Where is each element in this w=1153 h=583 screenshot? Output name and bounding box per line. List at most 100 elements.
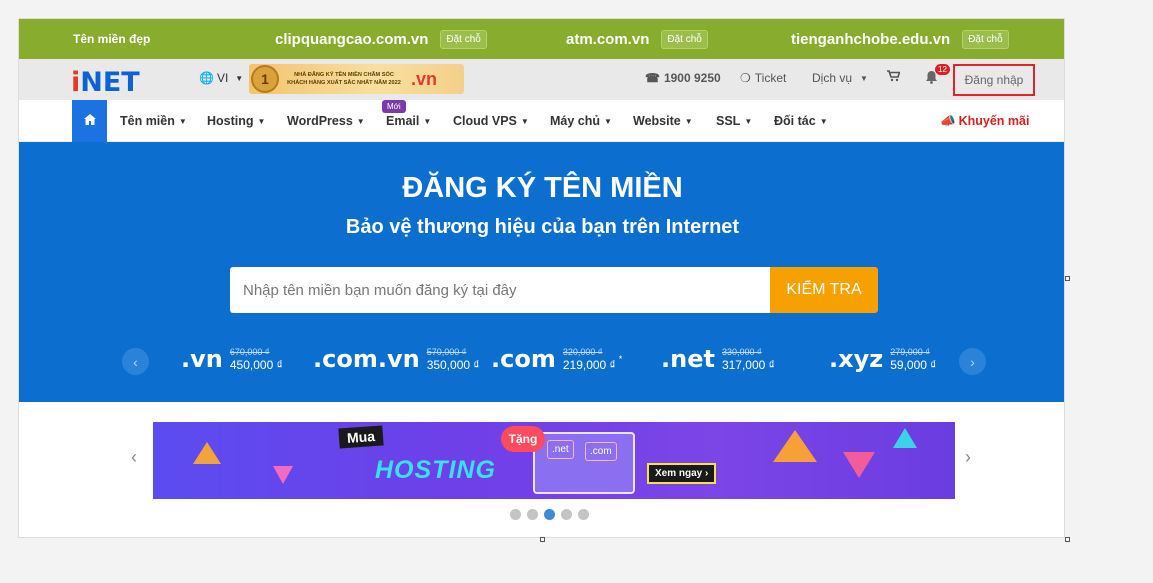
globe-icon: 🌐 [199, 71, 214, 85]
chevron-right-icon: › [965, 447, 971, 467]
nav-domains[interactable]: Tên miền ▼ [120, 100, 187, 142]
megaphone-icon: 📣 [940, 113, 956, 128]
tld-next-button[interactable]: › [959, 348, 986, 375]
chevron-down-icon: ▼ [819, 116, 828, 126]
chevron-down-icon: ▼ [604, 116, 612, 126]
banner-net-tag: .net [547, 440, 574, 459]
banner-mua-label: Mua [338, 425, 384, 449]
phone-icon: ☎ [645, 71, 660, 85]
ticket-label: Ticket [754, 71, 787, 85]
tld-new-price: 450,000 ₫ [229, 358, 283, 372]
decor-triangle [843, 452, 875, 478]
tld-name: .net [661, 345, 715, 373]
tld-note-mark: * [618, 354, 623, 364]
domain-search-input[interactable]: Nhập tên miền bạn muốn đăng ký tại đây [230, 267, 770, 313]
chevron-down-icon: ▼ [257, 116, 266, 126]
hotline-number: 1900 9250 [663, 71, 721, 85]
promo-domain-bar: Tên miền đẹp clipquangcao.com.vn Đặt chỗ… [19, 19, 1064, 59]
domain-hero: ĐĂNG KÝ TÊN MIỀN Bảo vệ thương hiệu của … [19, 142, 1064, 402]
inet-logo[interactable]: iNET [71, 67, 140, 98]
nav-partners[interactable]: Đối tác ▼ [774, 100, 828, 142]
nav-servers[interactable]: Máy chủ ▼ [550, 100, 612, 142]
cart-icon [887, 70, 901, 85]
slider-dots [510, 509, 589, 520]
services-dropdown[interactable]: Dịch vụ ▼ [812, 71, 868, 85]
tld-name: .com.vn [313, 345, 420, 373]
chevron-down-icon: ▼ [520, 116, 529, 126]
nav-ssl[interactable]: SSL ▼ [716, 100, 752, 142]
chevron-down-icon: ▼ [744, 116, 753, 126]
promo-domain-2: atm.com.vn Đặt chỗ [566, 19, 708, 59]
tld-new-price: 317,000 ₫ [721, 358, 775, 372]
tld-price-net[interactable]: .net 330,000 ₫ 317,000 ₫ [661, 345, 775, 373]
main-nav: Tên miền ▼ Hosting ▼ WordPress ▼ Mới Email ▼… [19, 100, 1064, 142]
login-button[interactable]: Đăng nhập [953, 64, 1035, 96]
notifications-button[interactable]: 12 [925, 64, 950, 87]
banner-prev-button[interactable]: ‹ [131, 447, 137, 468]
award-medal-icon: 1 [251, 65, 279, 93]
slider-dot[interactable] [510, 509, 521, 520]
chevron-left-icon: ‹ [131, 447, 137, 467]
promo-domain-3: tienganhchobe.edu.vn Đặt chỗ [791, 19, 1009, 59]
banner-hosting-title: HOSTING [375, 456, 496, 484]
tld-new-price: 219,000 ₫ [562, 358, 616, 372]
reserve-button[interactable]: Đặt chỗ [962, 29, 1009, 49]
nav-hosting[interactable]: Hosting ▼ [207, 100, 265, 142]
reserve-button[interactable]: Đặt chỗ [661, 29, 708, 49]
nav-cloud-vps[interactable]: Cloud VPS ▼ [453, 100, 529, 142]
nav-promotions[interactable]: 📣 Khuyến mãi [940, 100, 1029, 142]
award-banner[interactable]: 1 NHÀ ĐĂNG KÝ TÊN MIỀN CHĂM SÓC KHÁCH HÀ… [249, 64, 464, 94]
chevron-down-icon: ▼ [684, 116, 693, 126]
hotline[interactable]: ☎ 1900 9250 [645, 71, 721, 85]
award-text: NHÀ ĐĂNG KÝ TÊN MIỀN CHĂM SÓC KHÁCH HÀNG… [287, 72, 401, 86]
chevron-right-icon: › [970, 353, 975, 370]
slider-dot[interactable] [561, 509, 572, 520]
chevron-down-icon: ▼ [178, 116, 187, 126]
decor-triangle [273, 466, 293, 484]
tld-new-price: 59,000 ₫ [890, 358, 937, 372]
tld-price-vn[interactable]: .vn 670,000 ₫ 450,000 ₫ [181, 345, 283, 373]
nav-website[interactable]: Website ▼ [633, 100, 693, 142]
tld-prev-button[interactable]: ‹ [122, 348, 149, 375]
tld-name: .com [491, 345, 556, 373]
resize-handle[interactable] [1065, 276, 1070, 281]
lifebuoy-icon: ❍ [740, 71, 751, 85]
promo-domain-name[interactable]: tienganhchobe.edu.vn [791, 31, 950, 48]
tld-new-price: 350,000 ₫ [426, 358, 480, 372]
banner-view-now-button[interactable]: Xem ngay › [647, 463, 717, 484]
check-domain-button[interactable]: KIỂM TRA [770, 267, 878, 313]
chevron-down-icon: ▼ [235, 73, 244, 83]
decor-triangle [893, 428, 917, 448]
hosting-promo-banner[interactable]: Mua HOSTING Tặng .net .com Xem ngay › [153, 422, 955, 499]
decor-triangle [773, 430, 817, 462]
notification-count-badge: 12 [935, 64, 950, 75]
resize-handle[interactable] [1065, 537, 1070, 542]
tld-price-xyz[interactable]: .xyz 279,000 ₫ 59,000 ₫ [829, 345, 936, 373]
cart-button[interactable] [887, 70, 901, 85]
services-label: Dịch vụ [812, 71, 853, 85]
slider-dot[interactable] [578, 509, 589, 520]
banner-next-button[interactable]: › [965, 447, 971, 468]
banner-com-tag: .com [585, 442, 617, 461]
slider-dot-active[interactable] [544, 509, 555, 520]
nav-wordpress[interactable]: WordPress ▼ [287, 100, 365, 142]
vn-brand: .vn [411, 68, 438, 89]
promo-domain-name[interactable]: clipquangcao.com.vn [275, 31, 428, 48]
hero-title: ĐĂNG KÝ TÊN MIỀN [402, 172, 683, 204]
slider-dot[interactable] [527, 509, 538, 520]
chevron-left-icon: ‹ [133, 353, 138, 370]
language-selector[interactable]: 🌐 VI ▼ [199, 71, 243, 85]
chevron-down-icon: ▼ [423, 116, 432, 126]
nav-email[interactable]: Email ▼ [386, 100, 431, 142]
home-icon [83, 112, 96, 130]
browser-page: Tên miền đẹp clipquangcao.com.vn Đặt chỗ… [18, 18, 1065, 538]
reserve-button[interactable]: Đặt chỗ [440, 29, 487, 49]
resize-handle[interactable] [540, 537, 545, 542]
chevron-down-icon: ▼ [860, 73, 868, 83]
tld-price-com[interactable]: .com 320,000 ₫ 219,000 ₫ * [491, 345, 622, 373]
ticket-link[interactable]: ❍ Ticket [740, 71, 786, 85]
decor-triangle [193, 442, 221, 464]
promo-domain-name[interactable]: atm.com.vn [566, 31, 649, 48]
home-button[interactable] [72, 100, 107, 142]
tld-price-com-vn[interactable]: .com.vn 570,000 ₫ 350,000 ₫ [313, 345, 480, 373]
